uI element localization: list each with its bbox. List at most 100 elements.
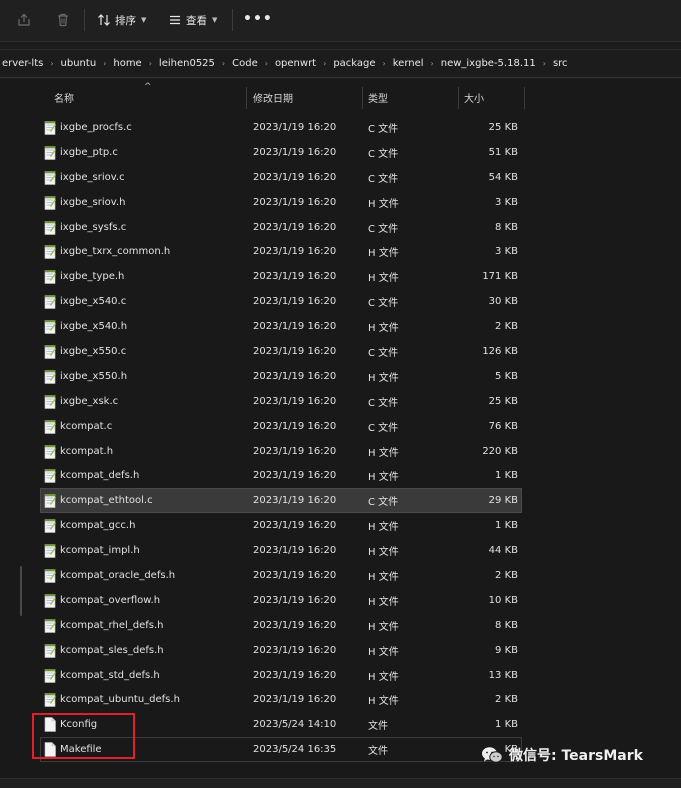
view-button[interactable]: 查看 ▼ xyxy=(168,10,217,30)
file-size: 13 KB xyxy=(488,669,518,681)
file-date: 2023/1/19 16:20 xyxy=(253,121,337,133)
file-date: 2023/1/19 16:20 xyxy=(253,569,337,581)
file-name: ixgbe_txrx_common.h xyxy=(60,246,171,258)
file-type: C 文件 xyxy=(368,497,399,509)
column-size[interactable]: 大小 xyxy=(464,83,484,111)
column-type[interactable]: 类型 xyxy=(368,83,388,111)
file-date: 2023/1/19 16:20 xyxy=(253,420,337,432)
breadcrumb-item[interactable]: Code xyxy=(232,58,258,69)
file-name: kcompat_overflow.h xyxy=(60,594,161,606)
file-row[interactable]: kcompat_impl.h 2023/1/19 16:20 H 文件 44 KB xyxy=(40,538,522,563)
column-divider[interactable] xyxy=(362,87,363,109)
file-type: C 文件 xyxy=(368,298,399,310)
file-size: 51 KB xyxy=(488,146,518,158)
file-row[interactable]: ixgbe_x540.c 2023/1/19 16:20 C 文件 30 KB xyxy=(40,289,522,314)
file-row[interactable]: ixgbe_type.h 2023/1/19 16:20 H 文件 171 KB xyxy=(40,264,522,289)
file-row[interactable]: ixgbe_sysfs.c 2023/1/19 16:20 C 文件 8 KB xyxy=(40,215,522,240)
file-row[interactable]: ixgbe_sriov.c 2023/1/19 16:20 C 文件 54 KB xyxy=(40,165,522,190)
sort-button[interactable]: 排序 ▼ xyxy=(97,10,146,30)
column-divider[interactable] xyxy=(458,87,459,109)
file-type: H 文件 xyxy=(368,472,399,484)
share-icon[interactable] xyxy=(14,10,34,30)
file-date: 2023/1/19 16:20 xyxy=(253,196,337,208)
file-name: kcompat_defs.h xyxy=(60,470,140,482)
file-date: 2023/1/19 16:20 xyxy=(253,520,337,532)
navigation-scrollbar[interactable] xyxy=(20,566,22,616)
file-type: C 文件 xyxy=(368,347,399,359)
breadcrumb-item[interactable]: kernel xyxy=(393,58,424,69)
chevron-right-icon[interactable]: › xyxy=(149,59,152,68)
file-type: H 文件 xyxy=(368,571,399,583)
file-row[interactable]: ixgbe_sriov.h 2023/1/19 16:20 H 文件 3 KB xyxy=(40,190,522,215)
chevron-right-icon[interactable]: › xyxy=(50,59,53,68)
c-source-file-icon xyxy=(44,344,56,359)
c-source-file-icon xyxy=(44,394,56,409)
file-date: 2023/1/19 16:20 xyxy=(253,445,337,457)
header-file-icon xyxy=(44,244,56,260)
chevron-down-icon: ▼ xyxy=(212,16,218,24)
breadcrumb-item[interactable]: home xyxy=(113,58,141,69)
file-row[interactable]: ixgbe_procfs.c 2023/1/19 16:20 C 文件 25 KB xyxy=(40,115,522,140)
file-row[interactable]: kcompat_sles_defs.h 2023/1/19 16:20 H 文件 9 … xyxy=(40,638,522,663)
breadcrumb-item[interactable]: src xyxy=(553,58,568,69)
file-row[interactable]: kcompat_rhel_defs.h 2023/1/19 16:20 H 文件 8 … xyxy=(40,613,522,638)
column-name[interactable]: 名称 xyxy=(54,83,74,111)
file-row[interactable]: ixgbe_xsk.c 2023/1/19 16:20 C 文件 25 KB xyxy=(40,389,522,414)
file-type: H 文件 xyxy=(368,248,399,260)
file-name: ixgbe_type.h xyxy=(60,271,125,283)
file-row[interactable]: ixgbe_x550.h 2023/1/19 16:20 H 文件 5 KB xyxy=(40,364,522,389)
breadcrumb-item[interactable]: package xyxy=(333,58,375,69)
file-row[interactable]: kcompat_gcc.h 2023/1/19 16:20 H 文件 1 KB xyxy=(40,513,522,538)
column-divider[interactable] xyxy=(524,87,525,109)
file-date: 2023/1/19 16:20 xyxy=(253,221,337,233)
file-row[interactable]: kcompat_overflow.h 2023/1/19 16:20 H 文件 10 … xyxy=(40,588,522,613)
breadcrumb-item[interactable]: erver-lts xyxy=(2,58,43,69)
chevron-right-icon[interactable]: › xyxy=(222,59,225,68)
chevron-right-icon[interactable]: › xyxy=(323,59,326,68)
file-row[interactable]: kcompat.h 2023/1/19 16:20 H 文件 220 KB xyxy=(40,439,522,464)
file-row[interactable]: kcompat_ubuntu_defs.h 2023/1/19 16:20 H 文件… xyxy=(40,687,522,712)
chevron-right-icon[interactable]: › xyxy=(265,59,268,68)
file-size: 2 KB xyxy=(495,569,518,581)
file-row[interactable]: kcompat.c 2023/1/19 16:20 C 文件 76 KB xyxy=(40,414,522,439)
file-row[interactable]: kcompat_defs.h 2023/1/19 16:20 H 文件 1 KB xyxy=(40,463,522,488)
file-row[interactable]: ixgbe_x550.c 2023/1/19 16:20 C 文件 126 KB xyxy=(40,339,522,364)
file-size: 8 KB xyxy=(495,221,518,233)
chevron-right-icon[interactable]: › xyxy=(543,59,546,68)
c-source-file-icon xyxy=(44,493,56,509)
file-name: kcompat_oracle_defs.h xyxy=(60,569,176,581)
chevron-right-icon[interactable]: › xyxy=(103,59,106,68)
file-date: 2023/1/19 16:20 xyxy=(253,171,337,183)
file-row[interactable]: ixgbe_txrx_common.h 2023/1/19 16:20 H 文件 3 … xyxy=(40,239,522,264)
breadcrumb-item[interactable]: ubuntu xyxy=(61,58,97,69)
file-row[interactable]: ixgbe_ptp.c 2023/1/19 16:20 C 文件 51 KB xyxy=(40,140,522,165)
file-type: H 文件 xyxy=(368,372,399,384)
column-date[interactable]: 修改日期 xyxy=(253,83,293,111)
file-type: C 文件 xyxy=(368,148,399,160)
more-options-button[interactable]: ••• xyxy=(243,11,273,27)
header-file-icon xyxy=(44,269,56,285)
column-divider[interactable] xyxy=(246,87,247,109)
breadcrumb-item[interactable]: openwrt xyxy=(275,58,316,69)
file-type: H 文件 xyxy=(368,671,399,683)
breadcrumb-item[interactable]: leihen0525 xyxy=(159,58,215,69)
file-name: kcompat.h xyxy=(60,445,114,457)
file-row[interactable]: kcompat_std_defs.h 2023/1/19 16:20 H 文件 13 … xyxy=(40,663,522,688)
file-name: kcompat_rhel_defs.h xyxy=(60,619,164,631)
breadcrumb: erver-lts › ubuntu › home › leihen0525 › Code › op… xyxy=(0,49,681,78)
file-row[interactable]: ixgbe_x540.h 2023/1/19 16:20 H 文件 2 KB xyxy=(40,314,522,339)
breadcrumb-item[interactable]: new_ixgbe-5.18.11 xyxy=(441,58,536,69)
highlight-box xyxy=(32,713,135,759)
delete-icon[interactable] xyxy=(53,10,73,30)
sort-icon xyxy=(98,14,110,26)
file-name: kcompat_ubuntu_defs.h xyxy=(60,694,180,706)
file-size: 76 KB xyxy=(488,420,518,432)
file-row[interactable]: kcompat_ethtool.c 2023/1/19 16:20 C 文件 29 K… xyxy=(40,488,522,514)
file-row[interactable]: kcompat_oracle_defs.h 2023/1/19 16:20 H 文件… xyxy=(40,563,522,588)
chevron-right-icon[interactable]: › xyxy=(383,59,386,68)
file-date: 2023/1/19 16:20 xyxy=(253,495,337,507)
c-source-file-icon xyxy=(44,220,56,235)
file-type: C 文件 xyxy=(368,123,399,135)
file-list: ixgbe_procfs.c 2023/1/19 16:20 C 文件 25 KB ix… xyxy=(40,115,522,763)
chevron-right-icon[interactable]: › xyxy=(431,59,434,68)
